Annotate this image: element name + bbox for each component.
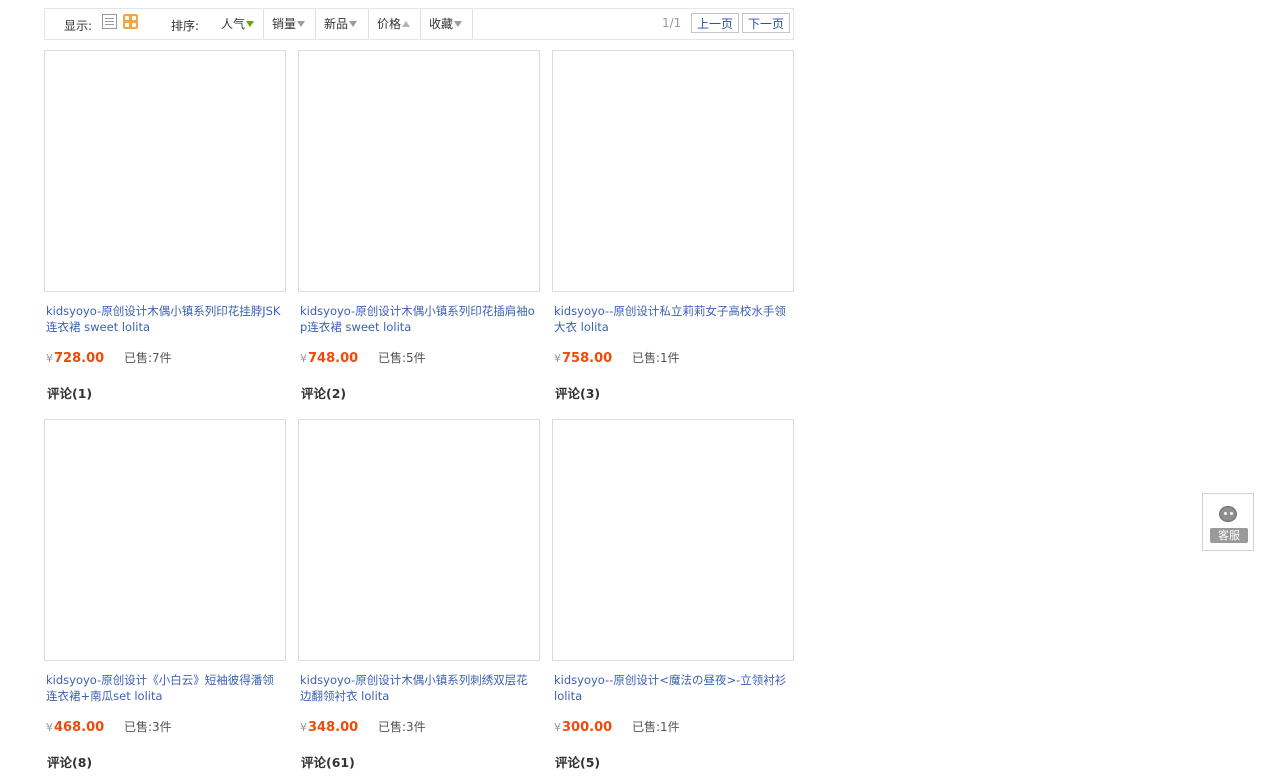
sold-label: 已售: — [124, 720, 153, 734]
price-row: ¥468.00 已售:3件 — [44, 719, 286, 735]
product-price: 758.00 — [562, 351, 613, 366]
review-link[interactable]: 评论(5) — [552, 752, 794, 771]
review-link[interactable]: 评论(61) — [298, 752, 540, 771]
product-card: kidsyoyo-原创设计木偶小镇系列刺绣双层花边翻领衬衣 lolita ¥34… — [298, 419, 540, 771]
arrow-down-icon — [454, 20, 463, 27]
page-indicator: 1/1 — [662, 16, 682, 30]
sort-sales[interactable]: 销量 — [264, 9, 316, 39]
sort-popularity-label: 人气 — [221, 17, 246, 31]
grid-view-icon[interactable] — [123, 14, 138, 29]
sort-price-label: 价格 — [377, 17, 402, 31]
currency-symbol: ¥ — [300, 352, 307, 365]
sort-popularity[interactable]: 人气 — [212, 9, 264, 39]
sold-count: 5件 — [406, 351, 426, 365]
product-image[interactable] — [298, 50, 540, 292]
currency-symbol: ¥ — [300, 721, 307, 734]
product-title[interactable]: kidsyoyo-原创设计《小白云》短袖彼得潘领连衣裙+南瓜set lolita — [44, 672, 282, 704]
product-image[interactable] — [44, 50, 286, 292]
sold-label: 已售: — [632, 720, 661, 734]
product-card: kidsyoyo--原创设计<魔法の昼夜>-立领衬衫 lolita ¥300.0… — [552, 419, 794, 771]
product-card: kidsyoyo-原创设计木偶小镇系列印花插肩袖op连衣裙 sweet loli… — [298, 50, 540, 402]
next-page-button[interactable]: 下一页 — [742, 13, 791, 33]
price-row: ¥758.00 已售:1件 — [552, 350, 794, 366]
product-title[interactable]: kidsyoyo-原创设计木偶小镇系列印花挂脖JSK连衣裙 sweet loli… — [44, 303, 282, 335]
product-card: kidsyoyo-原创设计木偶小镇系列印花挂脖JSK连衣裙 sweet loli… — [44, 50, 286, 402]
arrow-down-icon — [349, 20, 358, 27]
prev-page-button[interactable]: 上一页 — [691, 13, 740, 33]
product-title[interactable]: kidsyoyo--原创设计<魔法の昼夜>-立领衬衫 lolita — [552, 672, 790, 704]
sold-count: 7件 — [152, 351, 172, 365]
product-image[interactable] — [298, 419, 540, 661]
currency-symbol: ¥ — [554, 721, 561, 734]
sold-label: 已售: — [378, 720, 407, 734]
sold-count: 1件 — [660, 351, 680, 365]
toolbar: 显示: 排序: 人气 销量 新品 价格 收藏 1/1 上一页 下一页 — [44, 8, 794, 40]
arrow-down-icon — [246, 20, 255, 27]
currency-symbol: ¥ — [46, 721, 53, 734]
sold-label: 已售: — [124, 351, 153, 365]
product-price: 748.00 — [308, 351, 359, 366]
product-title[interactable]: kidsyoyo--原创设计私立莉莉女子高校水手领大衣 lolita — [552, 303, 790, 335]
price-row: ¥748.00 已售:5件 — [298, 350, 540, 366]
sort-new[interactable]: 新品 — [316, 9, 369, 39]
display-label: 显示: — [64, 19, 93, 33]
sold-label: 已售: — [378, 351, 407, 365]
sold-count: 3件 — [152, 720, 172, 734]
sold-count: 1件 — [660, 720, 680, 734]
product-card: kidsyoyo--原创设计私立莉莉女子高校水手领大衣 lolita ¥758.… — [552, 50, 794, 402]
product-image[interactable] — [552, 419, 794, 661]
customer-service-icon — [1219, 506, 1237, 522]
list-view-icon[interactable] — [102, 14, 117, 29]
sort-new-label: 新品 — [324, 17, 349, 31]
review-link[interactable]: 评论(8) — [44, 752, 286, 771]
price-row: ¥728.00 已售:7件 — [44, 350, 286, 366]
arrow-down-icon — [297, 20, 306, 27]
sort-sales-label: 销量 — [272, 17, 297, 31]
sort-price[interactable]: 价格 — [369, 9, 421, 39]
price-row: ¥300.00 已售:1件 — [552, 719, 794, 735]
product-card: kidsyoyo-原创设计《小白云》短袖彼得潘领连衣裙+南瓜set lolita… — [44, 419, 286, 771]
product-price: 728.00 — [54, 351, 105, 366]
review-link[interactable]: 评论(3) — [552, 383, 794, 402]
sort-label: 排序: — [171, 19, 200, 33]
product-image[interactable] — [552, 50, 794, 292]
product-title[interactable]: kidsyoyo-原创设计木偶小镇系列印花插肩袖op连衣裙 sweet loli… — [298, 303, 536, 335]
sold-count: 3件 — [406, 720, 426, 734]
product-price: 348.00 — [308, 720, 359, 735]
customer-service-widget[interactable]: 客服 — [1202, 493, 1254, 551]
product-title[interactable]: kidsyoyo-原创设计木偶小镇系列刺绣双层花边翻领衬衣 lolita — [298, 672, 536, 704]
sort-favorites[interactable]: 收藏 — [421, 9, 473, 39]
currency-symbol: ¥ — [554, 352, 561, 365]
sort-favorites-label: 收藏 — [429, 17, 454, 31]
product-image[interactable] — [44, 419, 286, 661]
currency-symbol: ¥ — [46, 352, 53, 365]
customer-service-label[interactable]: 客服 — [1210, 528, 1248, 543]
product-price: 300.00 — [562, 720, 613, 735]
price-row: ¥348.00 已售:3件 — [298, 719, 540, 735]
product-price: 468.00 — [54, 720, 105, 735]
arrow-up-icon — [402, 20, 411, 27]
review-link[interactable]: 评论(2) — [298, 383, 540, 402]
review-link[interactable]: 评论(1) — [44, 383, 286, 402]
sold-label: 已售: — [632, 351, 661, 365]
